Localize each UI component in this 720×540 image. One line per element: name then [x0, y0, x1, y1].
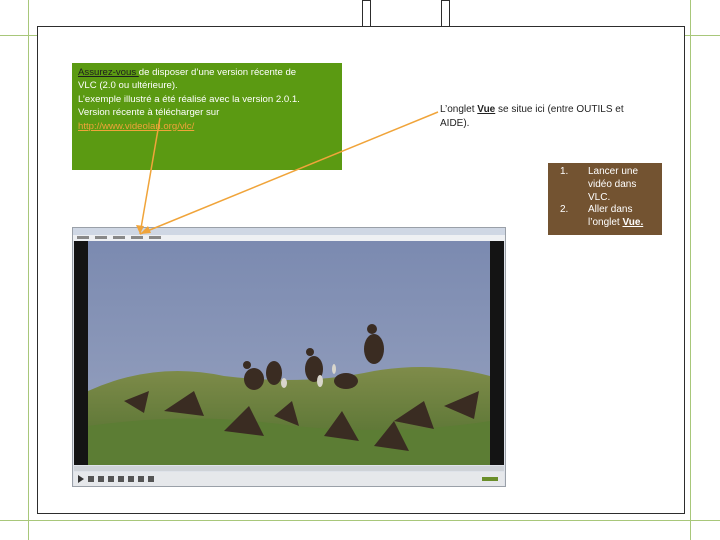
pointer-arrows [136, 111, 439, 235]
arrow-line [139, 117, 161, 235]
arrow-line [139, 111, 439, 235]
